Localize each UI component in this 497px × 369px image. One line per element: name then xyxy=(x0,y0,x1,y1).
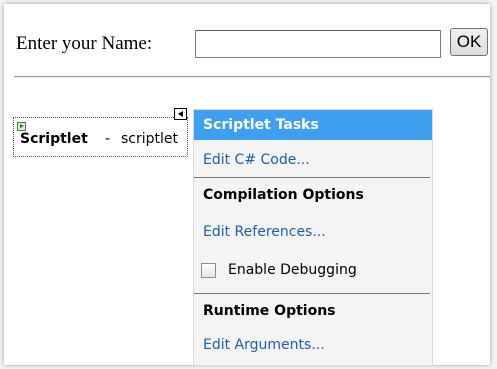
scriptlet-title: Scriptlet xyxy=(20,131,88,147)
compilation-options-heading: Compilation Options xyxy=(203,187,364,203)
enable-debugging-label[interactable]: Enable Debugging xyxy=(228,262,357,278)
edit-code-link[interactable]: Edit C# Code... xyxy=(203,152,310,168)
designer-surface: Enter your Name: OK Scriptlet - scriptle… xyxy=(4,4,490,366)
tasks-panel-header: Scriptlet Tasks xyxy=(194,110,432,140)
name-label: Enter your Name: xyxy=(16,33,153,54)
ok-button[interactable]: OK xyxy=(450,28,488,56)
scriptlet-separator: - xyxy=(105,131,111,147)
edit-references-link[interactable]: Edit References... xyxy=(203,224,326,240)
name-input[interactable] xyxy=(195,30,441,58)
scriptlet-subtitle: scriptlet xyxy=(121,131,179,147)
panel-divider xyxy=(194,293,430,294)
panel-divider xyxy=(194,177,430,178)
runtime-options-heading: Runtime Options xyxy=(203,303,336,319)
enable-debugging-checkbox[interactable] xyxy=(201,263,216,278)
scriptlet-tasks-panel: Scriptlet Tasks Edit C# Code... Compilat… xyxy=(193,109,433,366)
play-icon xyxy=(17,122,26,131)
scriptlet-control[interactable]: Scriptlet - scriptlet xyxy=(13,117,188,157)
horizontal-rule xyxy=(14,76,490,78)
edit-arguments-link[interactable]: Edit Arguments... xyxy=(203,337,325,353)
smart-tag-arrow-icon[interactable] xyxy=(174,108,187,120)
